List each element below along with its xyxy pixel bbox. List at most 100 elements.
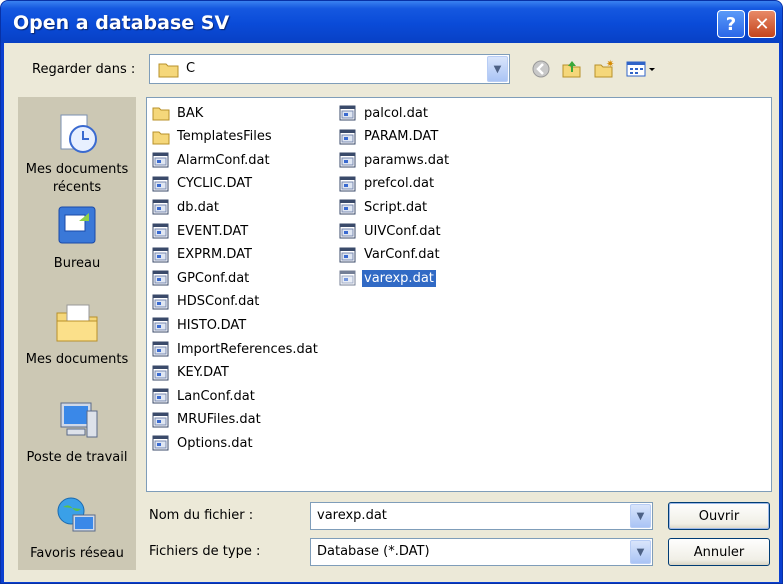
file-name-label: Nom du fichier : xyxy=(149,508,254,523)
network-places-icon xyxy=(57,497,96,532)
folder-icon xyxy=(152,131,170,145)
file-item[interactable]: ImportReferences.dat xyxy=(152,339,320,359)
window-title: Open a database SV xyxy=(13,12,230,34)
file-item[interactable]: HISTO.DAT xyxy=(152,315,248,335)
file-name: db.dat xyxy=(177,199,219,215)
open-dialog: Open a database SV ? ✕ Regarder dans : C… xyxy=(0,0,783,584)
dat-file-icon xyxy=(152,152,169,168)
place-label: Bureau xyxy=(53,256,101,271)
my-computer-icon xyxy=(60,402,98,438)
place-label: Mes documents récents xyxy=(25,162,129,195)
file-item[interactable]: PARAM.DAT xyxy=(339,127,440,147)
file-item[interactable]: db.dat xyxy=(152,197,221,217)
file-name: Script.dat xyxy=(364,199,428,215)
dat-file-icon xyxy=(339,152,356,168)
dat-file-icon xyxy=(339,105,356,121)
open-button[interactable]: Ouvrir xyxy=(668,502,770,530)
back-icon[interactable] xyxy=(530,59,552,79)
file-list[interactable]: BAK TemplatesFiles AlarmConf.dat CYCLIC.DAT… xyxy=(146,97,772,492)
file-name: BAK xyxy=(177,105,204,121)
file-name: CYCLIC.DAT xyxy=(177,176,253,192)
place-my-computer[interactable]: Poste de travail xyxy=(18,397,136,467)
place-label: Mes documents xyxy=(25,352,129,367)
up-folder-icon[interactable] xyxy=(561,59,583,79)
file-name: MRUFiles.dat xyxy=(177,412,261,428)
file-name: VarConf.dat xyxy=(364,247,440,263)
my-documents-icon xyxy=(56,304,98,342)
dat-file-icon xyxy=(152,317,169,333)
file-item[interactable]: EXPRM.DAT xyxy=(152,245,254,265)
dat-file-icon xyxy=(152,176,169,192)
file-type-label: Fichiers de type : xyxy=(149,544,261,559)
file-name: paramws.dat xyxy=(364,152,450,168)
dat-file-icon xyxy=(339,270,356,286)
recent-documents-icon xyxy=(60,114,97,153)
file-item[interactable]: AlarmConf.dat xyxy=(152,150,272,170)
look-in-label: Regarder dans : xyxy=(32,62,136,77)
file-name: EXPRM.DAT xyxy=(177,247,252,263)
file-item[interactable]: HDSConf.dat xyxy=(152,292,261,312)
file-name: HDSConf.dat xyxy=(177,294,260,310)
file-item[interactable]: KEY.DAT xyxy=(152,363,231,383)
file-item[interactable]: EVENT.DAT xyxy=(152,221,250,241)
dat-file-icon xyxy=(152,365,169,381)
file-name: UIVConf.dat xyxy=(364,223,441,239)
dat-file-icon xyxy=(152,247,169,263)
file-name: varexp.dat xyxy=(362,269,436,287)
views-menu-icon[interactable] xyxy=(624,59,658,79)
help-button[interactable]: ? xyxy=(717,10,745,38)
title-bar[interactable]: Open a database SV ? ✕ xyxy=(1,1,782,43)
file-name: Options.dat xyxy=(177,435,253,451)
folder-item[interactable]: TemplatesFiles xyxy=(152,127,274,147)
file-item[interactable]: Script.dat xyxy=(339,197,429,217)
place-recent-documents[interactable]: Mes documents récents xyxy=(18,109,136,197)
file-item[interactable]: varexp.dat xyxy=(339,268,436,288)
file-type-combo[interactable]: Database (*.DAT) ▼ xyxy=(310,538,653,566)
file-name-combo[interactable]: varexp.dat ▼ xyxy=(310,502,653,530)
file-item[interactable]: CYCLIC.DAT xyxy=(152,174,254,194)
place-label: Favoris réseau xyxy=(30,546,124,561)
dialog-body: Regarder dans : C ▼ ✷ Mes documents réce… xyxy=(4,43,779,582)
chevron-down-icon[interactable]: ▼ xyxy=(630,540,651,564)
cancel-button[interactable]: Annuler xyxy=(668,538,770,566)
svg-text:✷: ✷ xyxy=(606,59,614,70)
places-bar: Mes documents récents Bureau Mes documen… xyxy=(18,97,136,570)
chevron-down-icon[interactable]: ▼ xyxy=(630,504,651,528)
dat-file-icon xyxy=(339,199,356,215)
dat-file-icon xyxy=(339,129,356,145)
file-item[interactable]: prefcol.dat xyxy=(339,174,436,194)
file-item[interactable]: VarConf.dat xyxy=(339,245,442,265)
file-item[interactable]: Options.dat xyxy=(152,433,255,453)
file-name: AlarmConf.dat xyxy=(177,152,270,168)
new-folder-icon[interactable]: ✷ xyxy=(593,59,615,79)
file-type-value: Database (*.DAT) xyxy=(317,544,430,559)
file-item[interactable]: paramws.dat xyxy=(339,150,451,170)
file-item[interactable]: GPConf.dat xyxy=(152,268,251,288)
folder-icon xyxy=(158,63,179,78)
file-item[interactable]: MRUFiles.dat xyxy=(152,410,263,430)
file-name: PARAM.DAT xyxy=(364,129,439,145)
file-item[interactable]: palcol.dat xyxy=(339,103,430,123)
file-name: KEY.DAT xyxy=(177,365,229,381)
file-name: HISTO.DAT xyxy=(177,317,247,333)
file-name: TemplatesFiles xyxy=(177,129,272,145)
file-item[interactable]: UIVConf.dat xyxy=(339,221,443,241)
file-name-value[interactable]: varexp.dat xyxy=(317,508,387,523)
file-name: ImportReferences.dat xyxy=(177,341,318,357)
look-in-value: C xyxy=(186,61,196,76)
place-my-documents[interactable]: Mes documents xyxy=(18,299,136,369)
place-label: Poste de travail xyxy=(26,450,128,465)
file-name: prefcol.dat xyxy=(364,176,435,192)
close-button[interactable]: ✕ xyxy=(748,10,776,38)
place-network[interactable]: Favoris réseau xyxy=(18,493,136,563)
place-desktop[interactable]: Bureau xyxy=(18,203,136,273)
dat-file-icon xyxy=(339,223,356,239)
folder-icon xyxy=(152,107,170,121)
desktop-icon xyxy=(58,206,96,244)
folder-item[interactable]: BAK xyxy=(152,103,205,123)
look-in-combo[interactable]: C ▼ xyxy=(149,54,510,84)
dat-file-icon xyxy=(339,247,356,263)
dat-file-icon xyxy=(152,412,169,428)
file-item[interactable]: LanConf.dat xyxy=(152,386,257,406)
chevron-down-icon[interactable]: ▼ xyxy=(487,56,508,82)
